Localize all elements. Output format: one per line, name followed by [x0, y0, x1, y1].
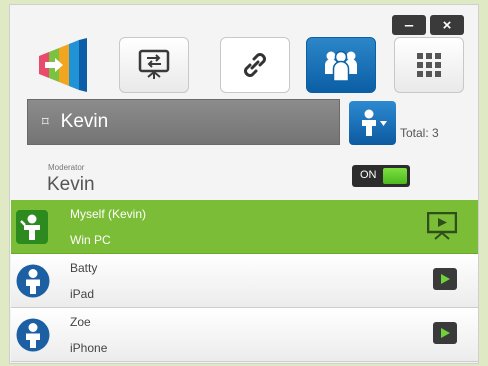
minimize-button[interactable]: ‒ — [392, 15, 426, 35]
participant-row[interactable]: Zoe iPhone — [11, 308, 478, 362]
user-avatar-icon — [16, 318, 50, 357]
play-icon — [441, 328, 450, 338]
app-logo-icon — [35, 38, 95, 92]
participant-device: Win PC — [70, 233, 111, 247]
presenter-avatar-icon — [16, 210, 48, 249]
toggle-label: ON — [360, 169, 377, 181]
presentation-screen-icon[interactable] — [426, 211, 458, 245]
close-button[interactable]: × — [430, 15, 464, 35]
participant-row-self[interactable]: Myself (Kevin) Win PC — [11, 200, 478, 254]
moderator-label: Moderator — [48, 163, 85, 172]
menu-button[interactable] — [394, 37, 464, 93]
participant-device: iPad — [70, 287, 95, 301]
screen-share-button[interactable] — [119, 37, 189, 93]
participants-button[interactable] — [306, 37, 376, 93]
play-icon — [441, 274, 450, 284]
link-icon — [244, 53, 266, 77]
moderator-toggle[interactable]: ON — [352, 165, 410, 187]
user-avatar-icon — [16, 264, 50, 303]
play-button[interactable] — [433, 322, 457, 344]
flag-icon: ⌑ — [42, 114, 49, 129]
participant-row[interactable]: Batty iPad — [11, 254, 478, 308]
presenter-dropdown-icon — [361, 109, 387, 136]
moderator-name: Kevin — [47, 174, 95, 195]
session-name: Kevin — [60, 111, 109, 132]
session-name-bar[interactable]: ⌑ Kevin — [27, 99, 340, 145]
role-dropdown-button[interactable] — [349, 101, 396, 145]
participant-total: Total: 3 — [400, 126, 439, 140]
main-toolbar — [22, 35, 472, 95]
screen-share-icon — [138, 49, 170, 79]
grid-menu-icon — [417, 53, 441, 77]
participant-name: Batty — [70, 261, 98, 275]
play-button[interactable] — [433, 268, 457, 290]
participant-device: iPhone — [70, 341, 108, 355]
link-button[interactable] — [220, 37, 290, 93]
participant-name: Myself (Kevin) — [70, 207, 147, 221]
app-window: ‒ × ⌑ Kevin Total: 3 Moderator Kevin ON … — [9, 4, 479, 364]
participant-name: Zoe — [70, 315, 91, 329]
participants-icon — [325, 50, 357, 82]
toggle-knob — [383, 168, 407, 184]
participant-list: Myself (Kevin) Win PC Batty iPad Zoe iPh… — [11, 200, 478, 362]
